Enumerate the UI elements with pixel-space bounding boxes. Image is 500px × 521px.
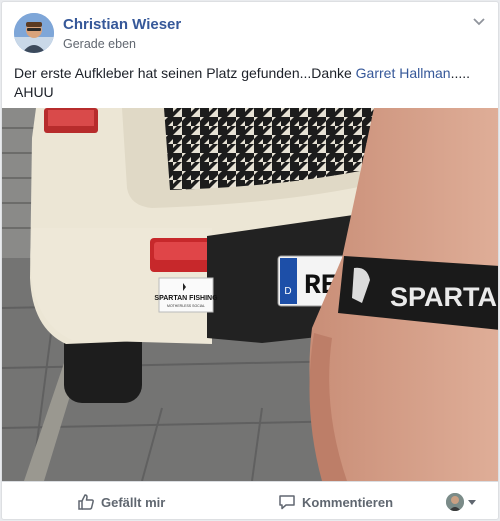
author-avatar[interactable] xyxy=(14,13,54,53)
comment-button[interactable]: Kommentieren xyxy=(278,482,394,519)
chevron-down-icon[interactable] xyxy=(472,15,486,29)
mention-link[interactable]: Garret Hallman xyxy=(356,65,451,81)
post-text: Der erste Aufkleber hat seinen Platz gef… xyxy=(14,64,488,102)
like-button[interactable]: Gefällt mir xyxy=(77,482,166,519)
author-name[interactable]: Christian Wieser xyxy=(63,16,181,33)
comment-label: Kommentieren xyxy=(302,494,394,510)
viewer-avatar-image xyxy=(446,493,464,511)
speech-bubble-icon xyxy=(279,495,295,510)
post-header: Christian Wieser Gerade eben xyxy=(2,2,498,62)
action-bar: Gefällt mir Kommentieren xyxy=(2,481,498,519)
reaction-selector[interactable] xyxy=(446,493,476,511)
avatar-image xyxy=(14,13,54,53)
caret-down-icon xyxy=(468,499,476,505)
sticker-title: SPARTAN FISHING xyxy=(154,295,218,302)
thumbs-up-icon xyxy=(78,494,94,510)
photo-illustration: D RE SPARTAN FISHING MOTHERLESS SOCIAL S… xyxy=(2,108,499,481)
post-text-body: Der erste Aufkleber hat seinen Platz gef… xyxy=(14,65,356,81)
plate-country: D xyxy=(284,286,291,297)
post-card: Christian Wieser Gerade eben Der erste A… xyxy=(1,1,499,520)
like-label: Gefällt mir xyxy=(101,494,166,510)
post-photo[interactable]: D RE SPARTAN FISHING MOTHERLESS SOCIAL S… xyxy=(2,108,499,481)
wristband-text: SPARTAN xyxy=(390,282,499,312)
viewer-avatar xyxy=(446,493,464,511)
sticker-subtitle: MOTHERLESS SOCIAL xyxy=(167,304,205,308)
post-timestamp[interactable]: Gerade eben xyxy=(63,37,136,51)
